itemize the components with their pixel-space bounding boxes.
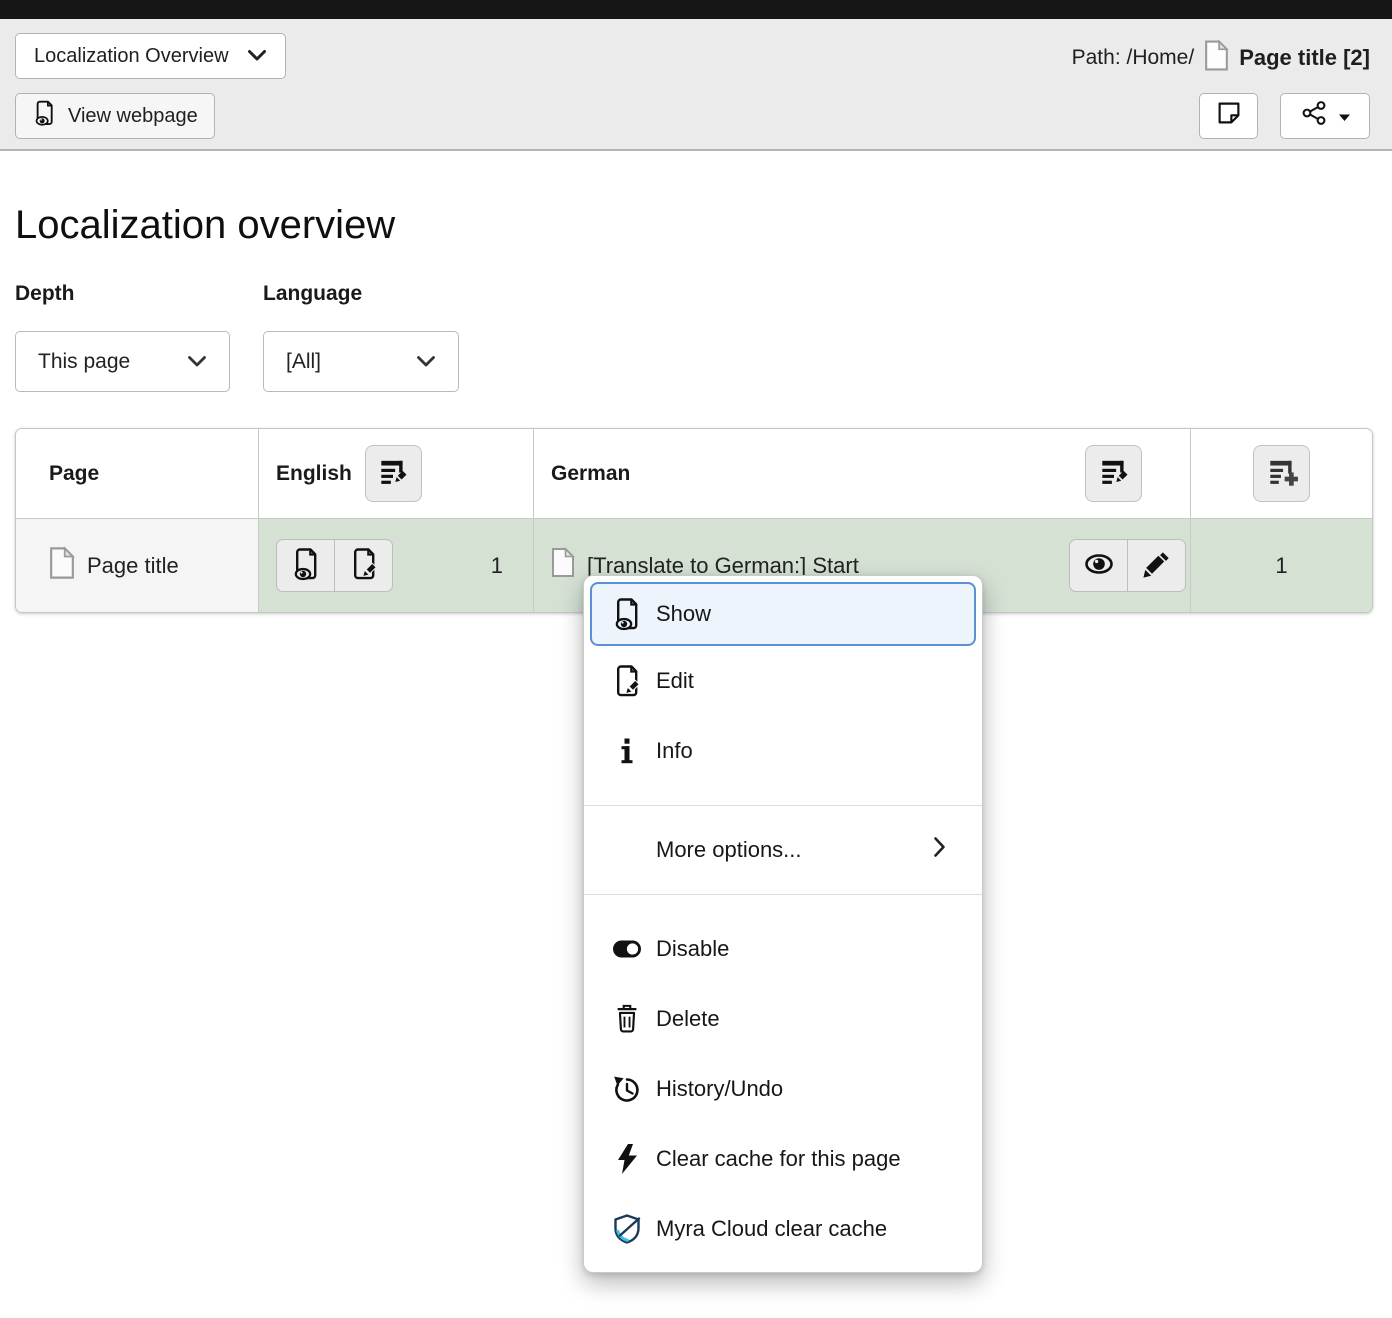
context-menu-item-info[interactable]: Info xyxy=(584,716,982,786)
shield-icon xyxy=(610,1213,644,1245)
note-button[interactable] xyxy=(1199,93,1258,139)
edit-english-page-button[interactable] xyxy=(334,539,393,592)
edit-list-icon xyxy=(376,455,410,492)
menu-item-label: Info xyxy=(656,738,693,764)
page-icon xyxy=(551,547,575,584)
menu-item-label: Edit xyxy=(656,668,694,694)
app-window: Localization Overview View webpage Path:… xyxy=(0,0,1392,1318)
german-count: 1 xyxy=(1275,553,1287,579)
history-icon xyxy=(610,1073,644,1105)
view-german-button[interactable] xyxy=(1069,539,1128,592)
context-menu-item-clear-cache-page[interactable]: Clear cache for this page xyxy=(584,1124,982,1194)
column-header-german: German xyxy=(534,429,1191,518)
current-page-reference[interactable]: Page title [2] xyxy=(1239,45,1370,71)
menu-divider xyxy=(584,894,982,895)
menu-item-label: Clear cache for this page xyxy=(656,1146,901,1172)
menu-item-label: History/Undo xyxy=(656,1076,783,1102)
bolt-icon xyxy=(610,1143,644,1175)
menu-item-label: Disable xyxy=(656,936,729,962)
add-document-icon xyxy=(1265,455,1299,492)
column-header-page-label: Page xyxy=(49,462,99,486)
english-action-buttons xyxy=(276,539,393,592)
top-black-bar xyxy=(0,0,1392,19)
language-select-value: [All] xyxy=(286,350,321,374)
pencil-icon xyxy=(1140,547,1174,584)
page-icon xyxy=(1204,40,1229,77)
context-menu-item-delete[interactable]: Delete xyxy=(584,984,982,1054)
chevron-down-icon xyxy=(187,350,207,374)
context-menu-item-more-options[interactable]: More options... xyxy=(584,806,982,894)
view-english-page-button[interactable] xyxy=(276,539,335,592)
menu-item-label: Myra Cloud clear cache xyxy=(656,1216,887,1242)
column-header-page: Page xyxy=(16,429,259,518)
module-toolbar: Localization Overview View webpage Path:… xyxy=(0,19,1392,151)
note-icon xyxy=(1214,98,1244,134)
context-menu: Show Edit Info xyxy=(583,575,983,1273)
depth-label: Depth xyxy=(15,282,75,306)
context-menu-item-show[interactable]: Show xyxy=(590,582,976,646)
table-header-row: Page English xyxy=(16,429,1372,518)
cell-german-count: 1 xyxy=(1191,519,1372,612)
add-translation-button[interactable] xyxy=(1253,445,1310,502)
column-header-english-label: English xyxy=(276,462,352,486)
module-select-label: Localization Overview xyxy=(34,45,229,68)
cell-english: 1 xyxy=(259,519,534,612)
chevron-down-icon xyxy=(247,45,267,68)
edit-page-icon xyxy=(348,547,380,584)
edit-german-button[interactable] xyxy=(1127,539,1186,592)
caret-down-icon xyxy=(1338,105,1351,128)
view-page-icon xyxy=(32,99,57,133)
context-menu-item-disable[interactable]: Disable xyxy=(584,914,982,984)
view-webpage-label: View webpage xyxy=(68,105,198,128)
language-select[interactable]: [All] xyxy=(263,331,459,392)
english-count: 1 xyxy=(491,553,503,579)
path-prefix: Path: /Home/ xyxy=(1072,46,1195,70)
column-header-english: English xyxy=(259,429,534,518)
view-page-icon xyxy=(290,547,322,584)
depth-select-value: This page xyxy=(38,350,130,374)
depth-select[interactable]: This page xyxy=(15,331,230,392)
menu-item-label: Delete xyxy=(656,1006,720,1032)
chevron-right-icon xyxy=(933,836,946,864)
breadcrumb: Path: /Home/ Page title [2] xyxy=(1072,41,1370,75)
german-action-buttons xyxy=(1069,539,1186,592)
edit-list-icon xyxy=(1097,455,1131,492)
column-header-actions xyxy=(1191,429,1372,518)
trash-icon xyxy=(610,1002,644,1036)
menu-item-label: More options... xyxy=(656,837,802,863)
menu-item-label: Show xyxy=(656,601,711,627)
view-page-icon xyxy=(610,597,644,631)
edit-all-german-button[interactable] xyxy=(1085,445,1142,502)
context-menu-item-edit[interactable]: Edit xyxy=(584,646,982,716)
language-label: Language xyxy=(263,282,362,306)
toggle-icon xyxy=(610,933,644,965)
edit-page-icon xyxy=(610,664,644,698)
chevron-down-icon xyxy=(416,350,436,374)
share-icon xyxy=(1299,98,1329,134)
info-icon xyxy=(610,736,644,766)
share-dropdown-button[interactable] xyxy=(1280,93,1370,139)
context-menu-item-myra-clear-cache[interactable]: Myra Cloud clear cache xyxy=(584,1194,982,1264)
edit-all-english-button[interactable] xyxy=(365,445,422,502)
module-select-dropdown[interactable]: Localization Overview xyxy=(15,33,286,79)
cell-page: Page title xyxy=(16,519,259,612)
view-webpage-button[interactable]: View webpage xyxy=(15,93,215,139)
context-menu-item-history-undo[interactable]: History/Undo xyxy=(584,1054,982,1124)
column-header-german-label: German xyxy=(551,462,630,486)
eye-icon xyxy=(1081,548,1117,583)
page-title: Localization overview xyxy=(15,203,395,248)
page-icon xyxy=(49,546,75,586)
page-title-cell-label[interactable]: Page title xyxy=(87,553,179,579)
